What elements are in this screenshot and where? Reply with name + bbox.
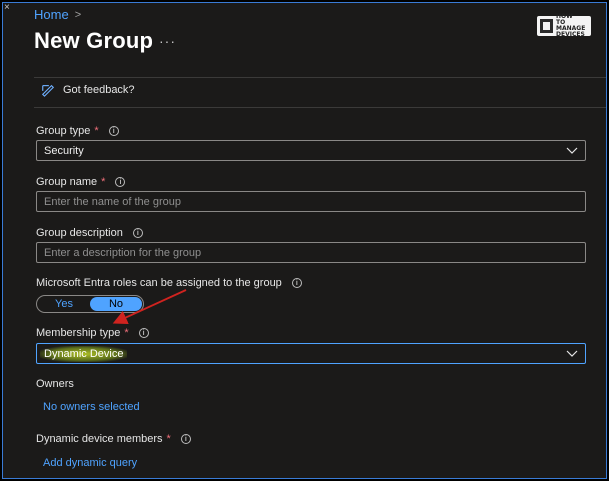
breadcrumb: Home > — [34, 7, 81, 22]
new-group-panel: × Home > New Group ··· HOW TO MANAGE DEV… — [2, 2, 607, 479]
required-marker: * — [124, 327, 129, 339]
feedback-icon — [41, 84, 55, 97]
required-marker: * — [166, 433, 171, 445]
group-name-label: Group name * i — [36, 176, 126, 188]
dynamic-device-members-label: Dynamic device members * i — [36, 433, 191, 445]
logo-text: HOW TO MANAGE DEVICES — [556, 13, 586, 38]
divider — [34, 107, 606, 108]
required-marker: * — [94, 125, 99, 137]
entra-roles-toggle[interactable]: Yes No — [36, 295, 144, 313]
chevron-down-icon — [566, 147, 578, 154]
no-owners-selected-link[interactable]: No owners selected — [43, 401, 140, 413]
info-icon[interactable]: i — [132, 228, 143, 238]
info-icon[interactable]: i — [180, 434, 191, 444]
logo-mark-icon — [540, 19, 553, 33]
toggle-yes-option[interactable]: Yes — [38, 297, 90, 311]
info-icon[interactable]: i — [291, 278, 302, 288]
membership-type-value: Dynamic Device — [40, 345, 128, 362]
group-description-label: Group description i — [36, 227, 143, 239]
membership-type-select[interactable]: Dynamic Device — [36, 343, 586, 364]
chevron-right-icon: > — [74, 8, 82, 21]
close-icon[interactable]: × — [4, 3, 10, 13]
info-icon[interactable]: i — [138, 328, 149, 338]
info-icon[interactable]: i — [115, 177, 126, 187]
chevron-down-icon — [566, 350, 578, 357]
feedback-label: Got feedback? — [63, 84, 135, 96]
how-to-manage-devices-logo: HOW TO MANAGE DEVICES — [537, 13, 591, 38]
feedback-button[interactable]: Got feedback? — [41, 83, 135, 97]
divider — [34, 77, 606, 78]
entra-roles-label: Microsoft Entra roles can be assigned to… — [36, 277, 302, 289]
group-type-value: Security — [44, 144, 84, 157]
required-marker: * — [101, 176, 106, 188]
info-icon[interactable]: i — [108, 126, 119, 136]
page-title: New Group — [34, 28, 154, 53]
breadcrumb-home-link[interactable]: Home — [34, 7, 69, 22]
group-name-input[interactable]: Enter the name of the group — [36, 191, 586, 212]
add-dynamic-query-link[interactable]: Add dynamic query — [43, 457, 137, 469]
toggle-no-option[interactable]: No — [90, 297, 142, 311]
group-description-input[interactable]: Enter a description for the group — [36, 242, 586, 263]
membership-type-label: Membership type * i — [36, 327, 149, 339]
more-options-button[interactable]: ··· — [159, 33, 176, 49]
group-type-select[interactable]: Security — [36, 140, 586, 161]
group-type-label: Group type * i — [36, 125, 119, 137]
owners-label: Owners — [36, 378, 74, 390]
